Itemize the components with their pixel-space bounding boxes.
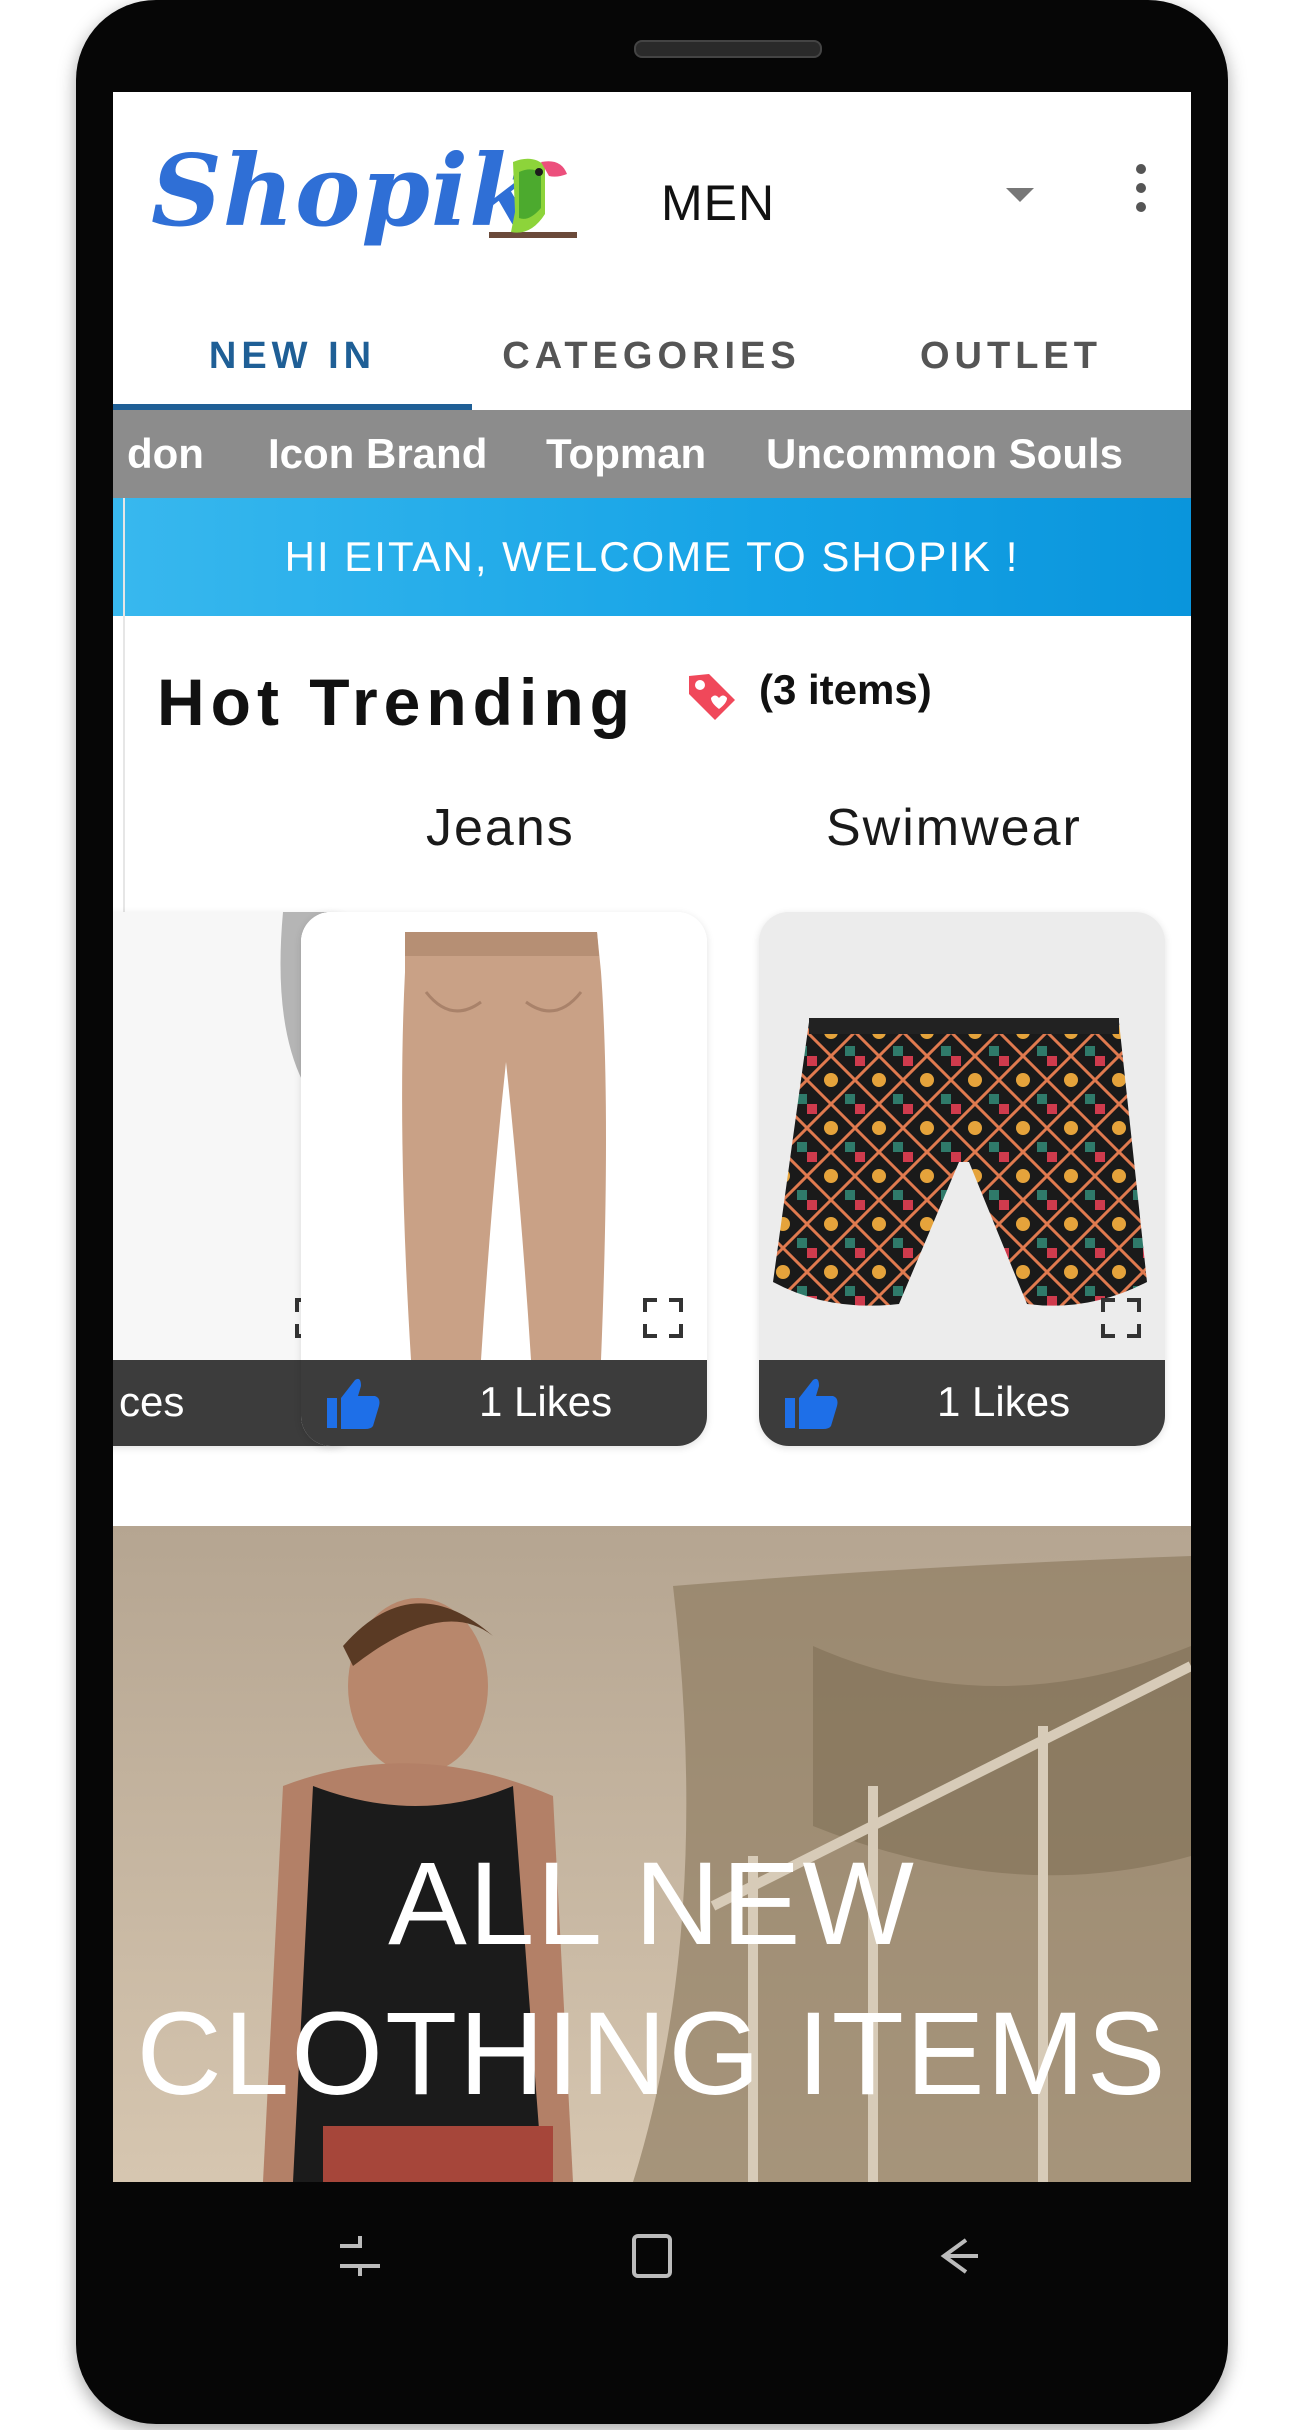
likes-count: 1 Likes bbox=[937, 1378, 1071, 1425]
home-icon[interactable] bbox=[622, 2226, 682, 2286]
drawer-edge bbox=[113, 498, 125, 978]
parrot-logo-icon bbox=[489, 158, 577, 238]
likes-bar[interactable]: 1 Likes bbox=[759, 1360, 1165, 1446]
tag-icon bbox=[689, 674, 735, 720]
recents-icon[interactable] bbox=[330, 2226, 390, 2286]
tab-outlet[interactable]: OUTLET bbox=[831, 302, 1191, 410]
section-dropdown[interactable]: MEN bbox=[661, 174, 775, 232]
thumb-up-icon[interactable] bbox=[783, 1376, 839, 1430]
expand-icon[interactable] bbox=[1101, 1298, 1141, 1338]
welcome-banner: HI EITAN, WELCOME TO SHOPIK ! bbox=[113, 498, 1191, 616]
product-card[interactable]: 1 Likes bbox=[759, 912, 1165, 1446]
chevron-down-icon[interactable] bbox=[1006, 188, 1034, 202]
speaker-grille bbox=[634, 40, 822, 58]
back-icon[interactable] bbox=[926, 2226, 986, 2286]
promo-banner[interactable]: ALL NEW CLOTHING ITEMS bbox=[113, 1526, 1191, 2182]
category-label-jeans: Jeans bbox=[426, 799, 575, 857]
brand-item[interactable]: Icon Brand bbox=[268, 430, 487, 478]
brand-item[interactable]: Topman bbox=[546, 430, 706, 478]
item-count: (3 items) bbox=[759, 666, 932, 713]
more-vert-icon[interactable] bbox=[1121, 160, 1161, 216]
system-nav-bar bbox=[76, 2182, 1228, 2332]
banner-headline-line1: ALL NEW bbox=[388, 1838, 916, 1970]
tab-categories[interactable]: CATEGORIES bbox=[472, 302, 831, 410]
jeans-image bbox=[301, 912, 707, 1360]
tab-bar: NEW IN CATEGORIES OUTLET bbox=[113, 302, 1191, 410]
likes-count: ces bbox=[119, 1378, 185, 1425]
product-image bbox=[301, 912, 707, 1360]
banner-headline-line2: CLOTHING ITEMS bbox=[136, 1988, 1168, 2120]
brand-item[interactable]: don bbox=[127, 430, 204, 478]
product-card[interactable]: 1 Likes bbox=[301, 912, 707, 1446]
swimwear-image bbox=[759, 912, 1165, 1360]
kebab-dot bbox=[1136, 202, 1146, 212]
section-title: Hot Trending bbox=[157, 665, 636, 739]
brand-strip[interactable]: don Icon Brand Topman Uncommon Souls bbox=[113, 410, 1191, 498]
likes-count: 1 Likes bbox=[479, 1378, 613, 1425]
kebab-dot bbox=[1136, 183, 1146, 193]
app-bar: Shopik MEN bbox=[113, 92, 1191, 302]
likes-bar[interactable]: 1 Likes bbox=[301, 1360, 707, 1446]
category-label-swimwear: Swimwear bbox=[826, 799, 1082, 857]
product-image bbox=[759, 912, 1165, 1360]
thumb-up-icon[interactable] bbox=[325, 1376, 381, 1430]
kebab-dot bbox=[1136, 164, 1146, 174]
app-screen: Shopik MEN NEW IN CATEGORIES OUTLET don … bbox=[113, 92, 1191, 2182]
brand-item[interactable]: Uncommon Souls bbox=[766, 430, 1123, 478]
tab-new-in[interactable]: NEW IN bbox=[113, 302, 472, 410]
app-logo: Shopik bbox=[151, 134, 539, 249]
expand-icon[interactable] bbox=[643, 1298, 683, 1338]
